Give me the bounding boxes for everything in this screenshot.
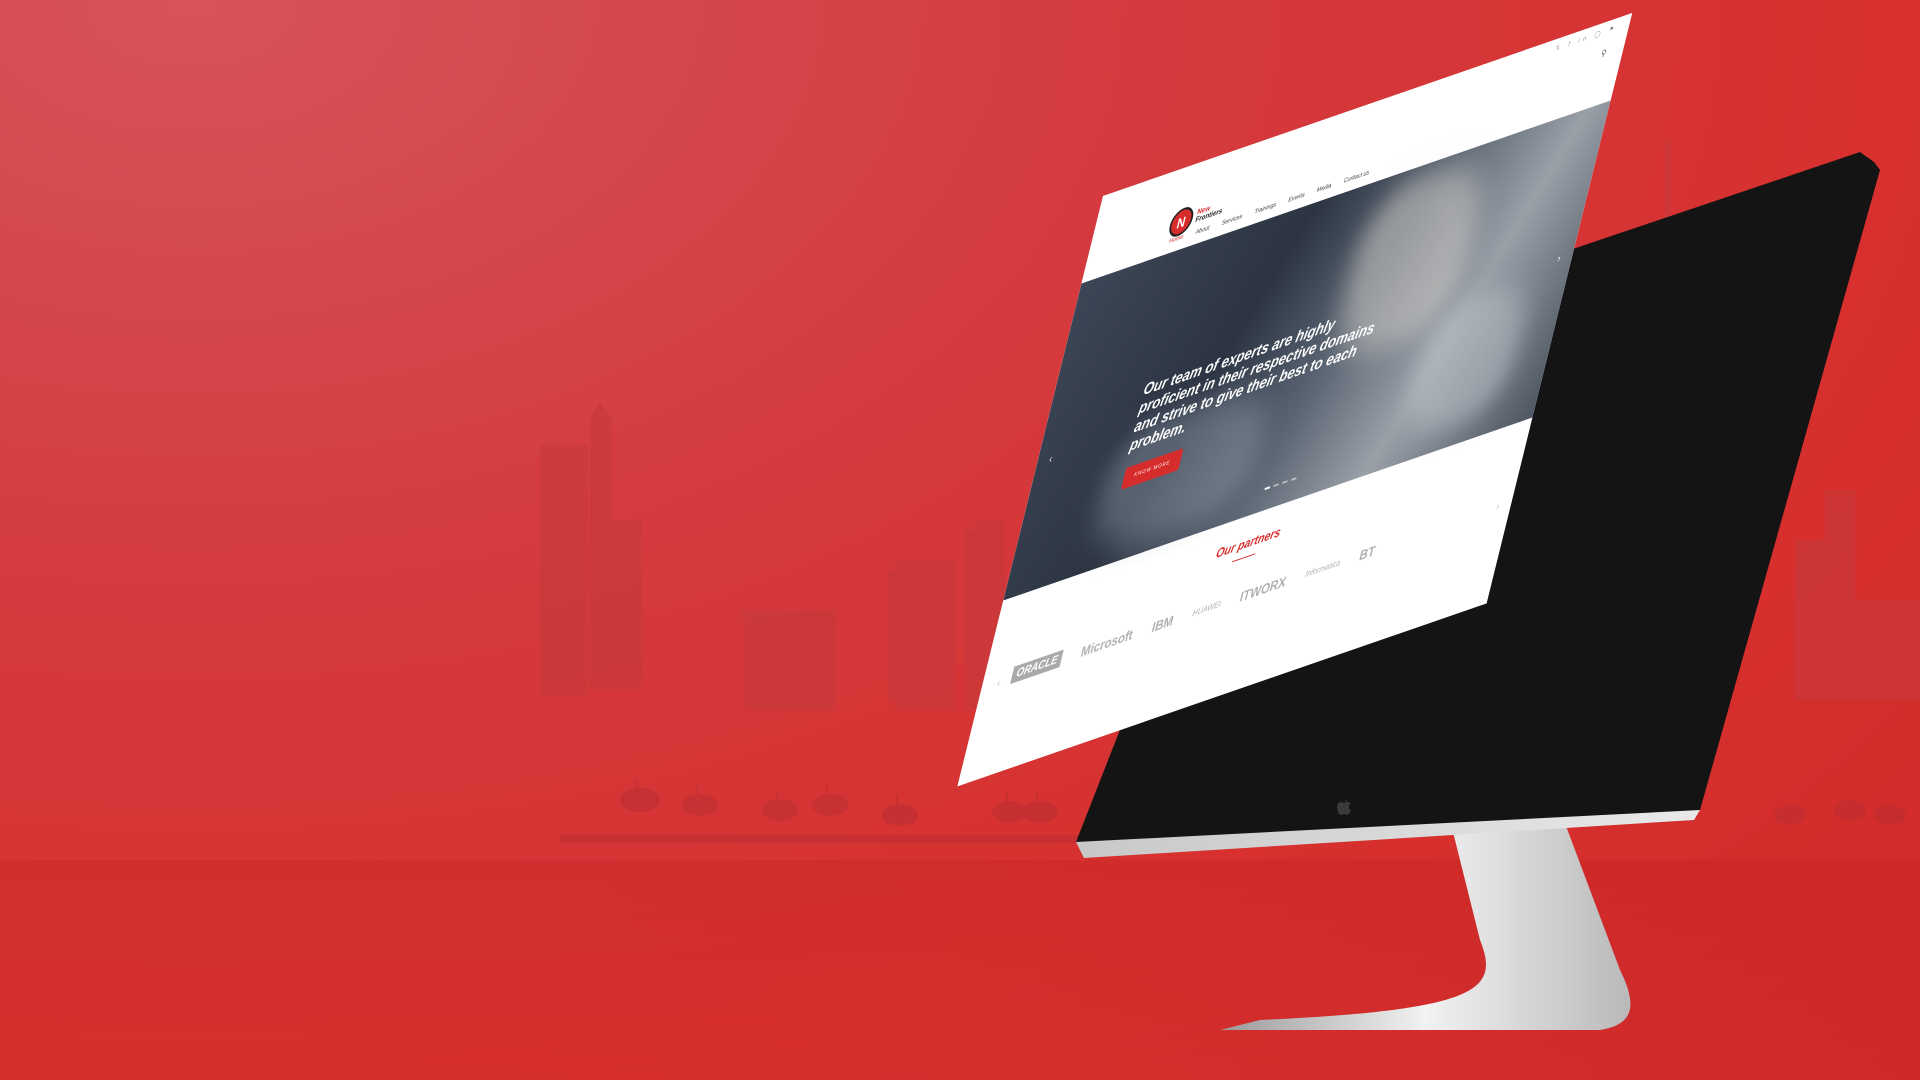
slider-dot[interactable] xyxy=(1282,480,1288,485)
partners-next-icon[interactable]: › xyxy=(1495,500,1501,513)
partner-logo-huawei[interactable]: HUAWEI xyxy=(1192,598,1223,618)
slider-dot[interactable] xyxy=(1273,483,1280,488)
partner-logo-informatica[interactable]: Informatica xyxy=(1304,557,1341,579)
title-underline xyxy=(1232,553,1256,563)
nav-media[interactable]: Media xyxy=(1316,183,1332,195)
partner-logo-ibm[interactable]: IBM xyxy=(1150,611,1175,635)
flag-icon[interactable]: ⚑ xyxy=(1608,25,1618,34)
twitter-icon[interactable]: 𝕏 xyxy=(1555,44,1564,53)
slider-dot[interactable] xyxy=(1290,477,1297,482)
nav-events[interactable]: Events xyxy=(1287,192,1305,204)
partners-prev-icon[interactable]: ‹ xyxy=(996,677,1002,690)
monitor-bezel xyxy=(1076,152,1880,858)
partner-logo-microsoft[interactable]: Microsoft xyxy=(1079,625,1135,659)
nav-services[interactable]: Services xyxy=(1221,214,1243,228)
slider-dot[interactable] xyxy=(1264,486,1271,491)
partner-logo-oracle[interactable]: ORACLE xyxy=(1010,649,1065,685)
search-icon[interactable]: ⚲ xyxy=(1600,48,1608,60)
apple-logo-icon xyxy=(1337,799,1351,815)
slider-next-icon[interactable]: › xyxy=(1556,252,1562,265)
slider-dots xyxy=(1264,477,1297,491)
slider-prev-icon[interactable]: ‹ xyxy=(1048,453,1054,466)
partner-logo-itworx[interactable]: ITWORX xyxy=(1238,572,1288,604)
instagram-icon[interactable]: ◯ xyxy=(1594,30,1605,40)
nav-contact[interactable]: Contact us xyxy=(1343,170,1370,185)
facebook-icon[interactable]: f xyxy=(1567,40,1574,48)
linkedin-icon[interactable]: in xyxy=(1577,35,1590,45)
partner-logo-bt[interactable]: BT xyxy=(1358,542,1377,564)
nav-trainings[interactable]: Trainings xyxy=(1254,202,1277,216)
